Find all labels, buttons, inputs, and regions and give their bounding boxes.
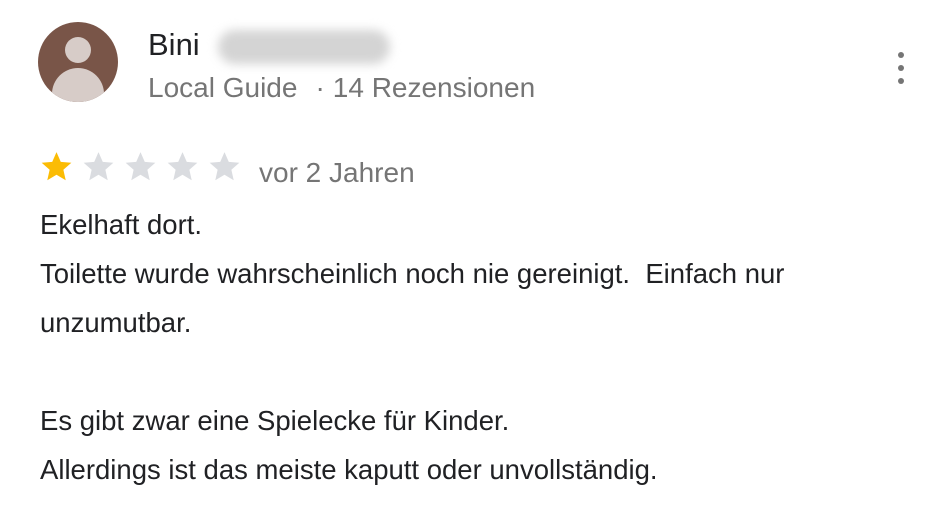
star-rating	[40, 150, 250, 190]
review-line	[40, 347, 930, 396]
meta-separator: ·	[315, 72, 325, 103]
person-icon-head	[65, 37, 91, 63]
review-count[interactable]: 14 Rezensionen	[333, 72, 535, 103]
star-filled-icon	[40, 150, 73, 183]
reviewer-meta: Local Guide · 14 Rezensionen	[148, 70, 535, 106]
review-line: Allerdings ist das meiste kaputt oder un…	[40, 454, 658, 485]
avatar[interactable]	[38, 22, 118, 102]
star-empty-icon	[208, 150, 241, 183]
review-card: Bini Local Guide · 14 Rezensionen vor 2 Ja…	[0, 0, 950, 510]
review-date: vor 2 Jahren	[259, 157, 415, 188]
star-empty-icon	[166, 150, 199, 183]
person-icon-body	[52, 68, 104, 102]
review-line: Toilette wurde wahrscheinlich noch nie g…	[40, 258, 793, 338]
redacted-surname	[218, 30, 390, 64]
local-guide-badge: Local Guide	[148, 72, 298, 103]
review-line: Ekelhaft dort.	[40, 209, 203, 240]
review-line: Es gibt zwar eine Spielecke für Kinder.	[40, 405, 510, 436]
more-options-button[interactable]	[886, 48, 916, 88]
review-text: Ekelhaft dort. Toilette wurde wahrschein…	[40, 200, 930, 494]
reviewer-name[interactable]: Bini	[148, 26, 200, 64]
star-empty-icon	[124, 150, 157, 183]
star-empty-icon	[82, 150, 115, 183]
